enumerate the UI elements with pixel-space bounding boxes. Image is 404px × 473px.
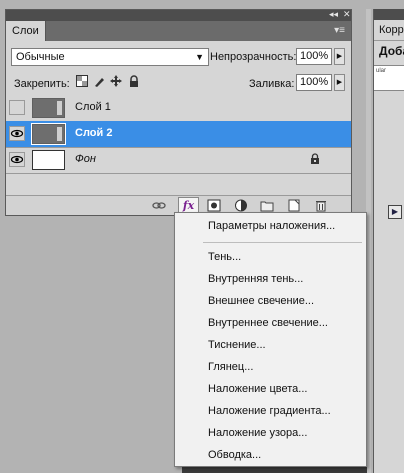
panel-menu-icon[interactable]: ▾≡ <box>334 25 345 36</box>
adjustment-layer-icon[interactable] <box>234 199 248 212</box>
fill-label: Заливка: <box>249 78 295 90</box>
eye-icon <box>10 155 24 164</box>
menu-gutter <box>175 213 202 466</box>
tab-adjustments[interactable]: Корр <box>374 20 404 41</box>
adjustments-preset-box[interactable]: ular <box>374 65 404 91</box>
lock-transparency-icon[interactable] <box>76 75 88 87</box>
visibility-toggle[interactable] <box>9 100 25 115</box>
lock-position-icon[interactable] <box>110 75 122 87</box>
menu-item-inner-shadow[interactable]: Внутренняя тень... <box>208 273 303 285</box>
preset-text: ular <box>376 68 387 74</box>
visibility-toggle[interactable] <box>9 152 25 167</box>
layer-name: Слой 1 <box>75 101 111 113</box>
lock-options-row: Закрепить: Заливка: 100% ▶ <box>6 69 351 96</box>
menu-item-bevel-emboss[interactable]: Тиснение... <box>208 339 266 351</box>
new-layer-icon[interactable] <box>287 199 301 212</box>
layers-panel: ◂◂ ✕ Слои ▾≡ Обычные ▼ Непрозрачность: 1… <box>5 9 352 216</box>
layer-thumbnail <box>32 150 65 170</box>
layer-lock-icon <box>310 153 320 167</box>
layer-row-selected[interactable]: Слой 2 <box>6 121 351 148</box>
layer-name: Слой 2 <box>75 127 113 139</box>
opacity-label: Непрозрачность: <box>210 51 297 63</box>
trash-icon[interactable] <box>314 199 328 212</box>
lock-label: Закрепить: <box>14 78 70 90</box>
menu-item-inner-glow[interactable]: Внутреннее свечение... <box>208 317 328 329</box>
layer-thumbnail <box>32 98 65 118</box>
visibility-toggle[interactable] <box>9 126 25 141</box>
opacity-slider-button[interactable]: ▶ <box>334 48 345 65</box>
panel-title-bar: ◂◂ ✕ <box>6 9 351 21</box>
tab-layers[interactable]: Слои <box>6 21 46 41</box>
adjustments-title-bar <box>374 9 404 20</box>
menu-item-satin[interactable]: Глянец... <box>208 361 253 373</box>
menu-item-color-overlay[interactable]: Наложение цвета... <box>208 383 307 395</box>
menu-separator <box>203 242 362 243</box>
layer-row[interactable]: Слой 1 <box>6 95 351 122</box>
layer-name: Фон <box>75 153 96 165</box>
link-layers-icon[interactable] <box>152 199 166 212</box>
blend-mode-value: Обычные <box>16 51 65 63</box>
lock-pixels-icon[interactable] <box>93 75 105 87</box>
lock-all-icon[interactable] <box>128 75 140 87</box>
layer-style-menu: Параметры наложения... Тень... Внутрення… <box>174 212 367 467</box>
tab-row: Слои ▾≡ <box>6 21 351 41</box>
layers-list: Слой 1 Слой 2 Фон <box>6 95 351 182</box>
eye-icon <box>10 129 24 138</box>
menu-item-outer-glow[interactable]: Внешнее свечение... <box>208 295 314 307</box>
menu-item-stroke[interactable]: Обводка... <box>208 449 261 461</box>
layer-thumbnail <box>31 123 66 145</box>
layer-row[interactable]: Фон <box>6 147 351 174</box>
menu-item-drop-shadow[interactable]: Тень... <box>208 251 241 263</box>
collapse-icon[interactable]: ◂◂ <box>329 9 338 20</box>
fill-field[interactable]: 100% <box>296 74 332 91</box>
blend-mode-select[interactable]: Обычные ▼ <box>11 48 209 66</box>
adjustments-panel: Корр Доба ular ▶ <box>373 9 404 473</box>
menu-item-gradient-overlay[interactable]: Наложение градиента... <box>208 405 331 417</box>
new-group-icon[interactable] <box>260 199 274 212</box>
play-icon[interactable]: ▶ <box>388 205 402 219</box>
fill-slider-button[interactable]: ▶ <box>334 74 345 91</box>
blend-options-row: Обычные ▼ Непрозрачность: 100% ▶ <box>6 41 351 69</box>
close-icon[interactable]: ✕ <box>343 9 351 20</box>
opacity-field[interactable]: 100% <box>296 48 332 65</box>
menu-item-pattern-overlay[interactable]: Наложение узора... <box>208 427 307 439</box>
adjustments-subtitle: Доба <box>379 44 404 58</box>
fx-icon: fx <box>182 199 195 212</box>
chevron-down-icon: ▼ <box>195 52 204 62</box>
menu-item-blending-options[interactable]: Параметры наложения... <box>208 220 335 232</box>
add-mask-icon[interactable] <box>207 199 221 212</box>
